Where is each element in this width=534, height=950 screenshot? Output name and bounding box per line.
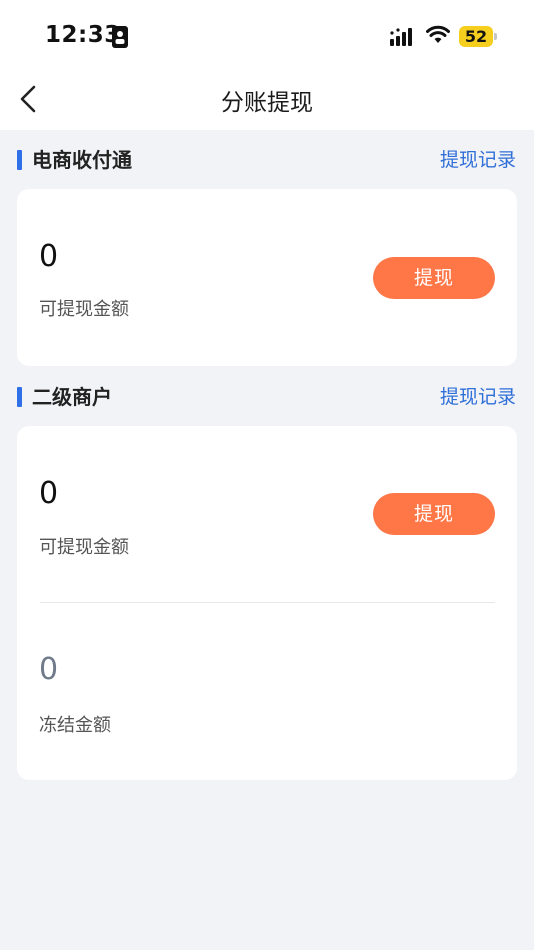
withdraw-records-link[interactable]: 提现记录 [440,382,516,412]
available-amount-label: 可提现金额 [39,537,129,558]
section-accent-bar [17,150,22,170]
available-amount: 0 [39,239,59,274]
id-card-icon [112,26,128,48]
section-header-ecommerce: 电商收付通 提现记录 [0,145,534,175]
wifi-icon [426,25,450,43]
frozen-amount: 0 [39,652,59,687]
signal-icon [390,28,412,46]
card-divider [40,602,495,603]
section-header-sub-merchant: 二级商户 提现记录 [0,382,534,412]
withdraw-button[interactable]: 提现 [373,493,495,535]
page-title: 分账提现 [221,90,313,116]
ecommerce-card: 0 可提现金额 提现 [17,189,517,366]
battery-tip [494,33,497,40]
frozen-amount-label: 冻结金额 [39,715,111,736]
battery-indicator: 52 [459,26,493,47]
section-title: 电商收付通 [32,148,132,172]
top-bar: 12:33 52 分账提现 [0,0,534,130]
withdraw-button[interactable]: 提现 [373,257,495,299]
section-accent-bar [17,387,22,407]
sub-merchant-card: 0 可提现金额 提现 0 冻结金额 [17,426,517,780]
available-amount-label: 可提现金额 [39,299,129,320]
withdraw-records-link[interactable]: 提现记录 [440,145,516,175]
section-title: 二级商户 [32,385,112,409]
status-time: 12:33 [45,22,121,48]
available-amount: 0 [39,476,59,511]
